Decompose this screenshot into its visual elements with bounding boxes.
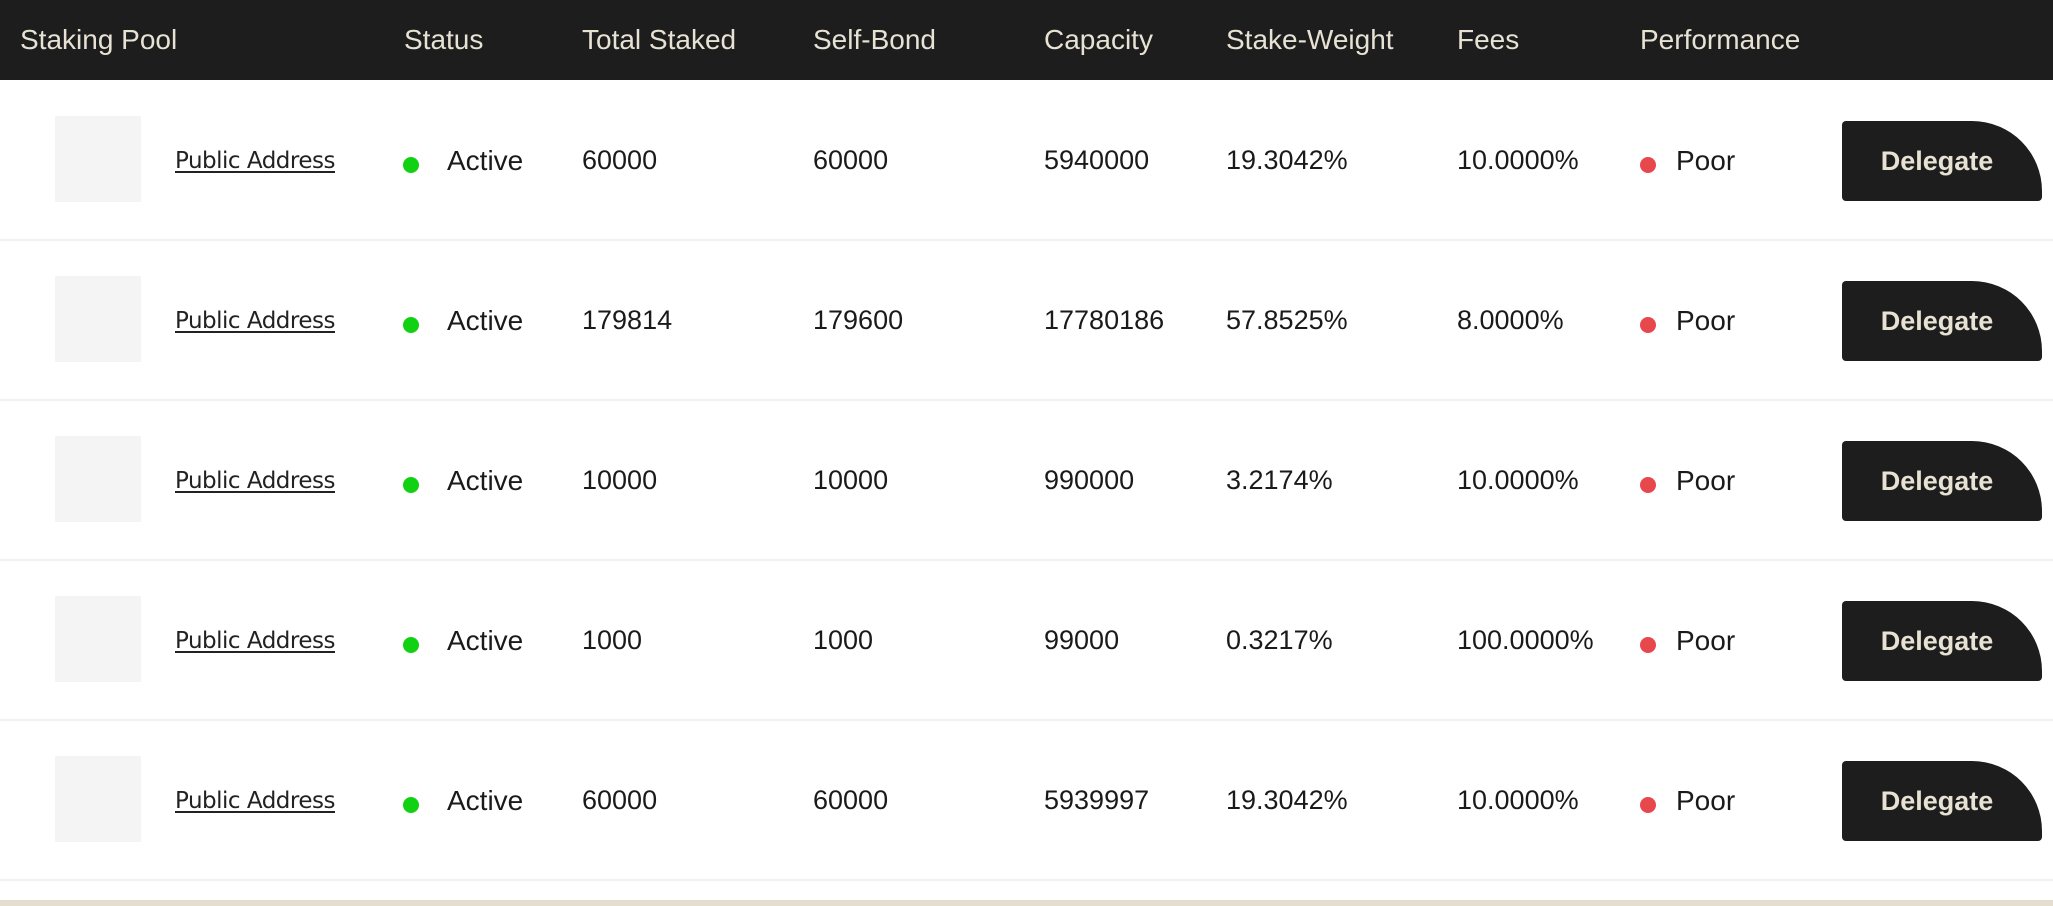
fees-cell: 8.0000% bbox=[1457, 305, 1564, 335]
pool-avatar bbox=[55, 756, 141, 842]
total-staked-cell: 60000 bbox=[582, 785, 658, 815]
delegate-button[interactable]: Delegate bbox=[1842, 601, 2042, 681]
stake-weight-cell: 19.3042% bbox=[1226, 785, 1348, 815]
performance-text: Poor bbox=[1676, 305, 1736, 336]
stake-weight-cell: 0.3217% bbox=[1226, 625, 1333, 655]
stake-weight-cell: 19.3042% bbox=[1226, 145, 1348, 175]
public-address-link[interactable]: Public Address bbox=[175, 721, 335, 881]
pool-avatar bbox=[55, 116, 141, 202]
pool-avatar bbox=[55, 436, 141, 522]
table-row: Public Address Active 1000 1000 99000 0.… bbox=[0, 561, 2053, 721]
public-address-link[interactable]: Public Address bbox=[175, 561, 335, 721]
total-staked-cell: 1000 bbox=[582, 625, 643, 655]
public-address-link[interactable]: Public Address bbox=[175, 241, 335, 401]
pool-avatar bbox=[55, 276, 141, 362]
status-text: Active bbox=[447, 785, 524, 816]
pool-avatar bbox=[55, 596, 141, 682]
header-stake-weight: Stake-Weight bbox=[1226, 24, 1394, 55]
header-capacity: Capacity bbox=[1044, 24, 1153, 55]
fees-cell: 10.0000% bbox=[1457, 785, 1579, 815]
status-active-dot-icon bbox=[403, 637, 419, 653]
stake-weight-cell: 57.8525% bbox=[1226, 305, 1348, 335]
performance-text: Poor bbox=[1676, 625, 1736, 656]
self-bond-cell: 10000 bbox=[813, 465, 889, 495]
status-text: Active bbox=[447, 145, 524, 176]
total-staked-cell: 10000 bbox=[582, 465, 658, 495]
header-fees: Fees bbox=[1457, 24, 1520, 55]
performance-poor-dot-icon bbox=[1640, 157, 1656, 173]
self-bond-cell: 60000 bbox=[813, 145, 889, 175]
performance-text: Poor bbox=[1676, 145, 1736, 176]
delegate-button[interactable]: Delegate bbox=[1842, 121, 2042, 201]
capacity-cell: 5939997 bbox=[1044, 785, 1150, 815]
delegate-button[interactable]: Delegate bbox=[1842, 761, 2042, 841]
performance-poor-dot-icon bbox=[1640, 637, 1656, 653]
fees-cell: 10.0000% bbox=[1457, 145, 1579, 175]
fees-cell: 100.0000% bbox=[1457, 625, 1594, 655]
status-text: Active bbox=[447, 465, 524, 496]
delegate-button[interactable]: Delegate bbox=[1842, 281, 2042, 361]
self-bond-cell: 60000 bbox=[813, 785, 889, 815]
status-active-dot-icon bbox=[403, 317, 419, 333]
total-staked-cell: 60000 bbox=[582, 145, 658, 175]
status-text: Active bbox=[447, 305, 524, 336]
self-bond-cell: 1000 bbox=[813, 625, 874, 655]
header-self-bond: Self-Bond bbox=[813, 24, 936, 55]
public-address-link[interactable]: Public Address bbox=[175, 401, 335, 561]
capacity-cell: 17780186 bbox=[1044, 305, 1165, 335]
table-row: Public Address Active 10000 10000 990000… bbox=[0, 401, 2053, 561]
status-active-dot-icon bbox=[403, 477, 419, 493]
table-row: Public Address Active 179814 179600 1778… bbox=[0, 241, 2053, 401]
status-active-dot-icon bbox=[403, 157, 419, 173]
capacity-cell: 990000 bbox=[1044, 465, 1135, 495]
performance-text: Poor bbox=[1676, 465, 1736, 496]
status-active-dot-icon bbox=[403, 797, 419, 813]
header-status: Status bbox=[404, 24, 484, 55]
footer-bar bbox=[0, 900, 2053, 906]
capacity-cell: 5940000 bbox=[1044, 145, 1150, 175]
stake-weight-cell: 3.2174% bbox=[1226, 465, 1333, 495]
performance-text: Poor bbox=[1676, 785, 1736, 816]
status-text: Active bbox=[447, 625, 524, 656]
table-header: Staking Pool Status Total Staked Self-Bo… bbox=[0, 0, 2053, 80]
performance-poor-dot-icon bbox=[1640, 477, 1656, 493]
table-row: Public Address Active 60000 60000 594000… bbox=[0, 81, 2053, 241]
self-bond-cell: 179600 bbox=[813, 305, 904, 335]
public-address-link[interactable]: Public Address bbox=[175, 81, 335, 241]
fees-cell: 10.0000% bbox=[1457, 465, 1579, 495]
delegate-button[interactable]: Delegate bbox=[1842, 441, 2042, 521]
total-staked-cell: 179814 bbox=[582, 305, 673, 335]
header-staking-pool: Staking Pool bbox=[20, 24, 178, 55]
header-total-staked: Total Staked bbox=[582, 24, 737, 55]
performance-poor-dot-icon bbox=[1640, 317, 1656, 333]
header-performance: Performance bbox=[1640, 24, 1801, 55]
table-row: Public Address Active 60000 60000 593999… bbox=[0, 721, 2053, 881]
capacity-cell: 99000 bbox=[1044, 625, 1120, 655]
performance-poor-dot-icon bbox=[1640, 797, 1656, 813]
